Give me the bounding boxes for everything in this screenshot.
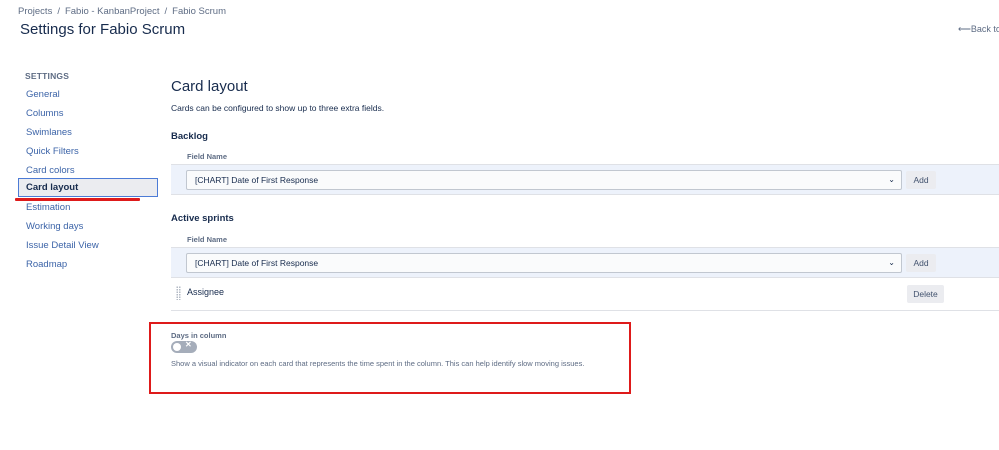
back-link[interactable]: ⟵Back to [958, 24, 999, 35]
backlog-field-select-value: [CHART] Date of First Response [195, 175, 319, 185]
sidebar-item-columns[interactable]: Columns [18, 104, 158, 123]
breadcrumb-projects[interactable]: Projects [18, 6, 52, 17]
breadcrumb: Projects / Fabio - KanbanProject / Fabio Scr… [18, 6, 226, 17]
breadcrumb-kanban-project[interactable]: Fabio - KanbanProject [65, 6, 160, 17]
close-icon: ✕ [185, 340, 192, 349]
breadcrumb-separator: / [57, 6, 60, 17]
field-name-assignee: Assignee [187, 287, 225, 297]
section-title: Card layout [171, 78, 248, 95]
active-sprints-field-select-value: [CHART] Date of First Response [195, 258, 319, 268]
sidebar-item-card-layout[interactable]: Card layout [18, 178, 158, 197]
breadcrumb-separator: / [164, 6, 168, 17]
sidebar-item-roadmap[interactable]: Roadmap [18, 255, 158, 274]
drag-handle-icon[interactable] [176, 286, 181, 300]
page-title: Settings for Fabio Scrum [20, 21, 186, 38]
days-in-column-toggle[interactable]: ✕ [171, 340, 197, 353]
section-description: Cards can be configured to show up to th… [171, 103, 385, 113]
active-sprints-add-field-row: [CHART] Date of First Response ⌄ Add [171, 247, 999, 278]
back-link-label: Back to [970, 24, 999, 34]
active-sprints-title: Active sprints [171, 213, 234, 224]
breadcrumb-fabio-scrum[interactable]: Fabio Scrum [172, 6, 226, 17]
active-sprints-field-row: Assignee Delete [171, 280, 999, 311]
sidebar-item-working-days[interactable]: Working days [18, 217, 158, 236]
chevron-down-icon: ⌄ [888, 175, 895, 184]
sidebar-item-issue-detail-view[interactable]: Issue Detail View [18, 236, 158, 255]
active-sprints-add-button[interactable]: Add [906, 254, 936, 272]
backlog-add-field-row: [CHART] Date of First Response ⌄ Add [171, 164, 999, 195]
active-sprints-field-name-label: Field Name [187, 235, 228, 244]
sidebar-item-general[interactable]: General [18, 85, 158, 104]
sidebar-item-quick-filters[interactable]: Quick Filters [18, 142, 158, 161]
sidebar-item-swimlanes[interactable]: Swimlanes [18, 123, 158, 142]
backlog-add-button[interactable]: Add [906, 171, 936, 189]
sidebar-heading: SETTINGS [25, 71, 70, 81]
delete-field-button[interactable]: Delete [907, 285, 944, 303]
days-in-column-label: Days in column [171, 331, 227, 340]
days-in-column-description: Show a visual indicator on each card tha… [171, 359, 585, 368]
backlog-title: Backlog [171, 131, 208, 142]
backlog-field-name-label: Field Name [187, 152, 228, 161]
chevron-down-icon: ⌄ [888, 258, 895, 267]
active-sprints-field-select[interactable]: [CHART] Date of First Response ⌄ [186, 253, 902, 273]
sidebar-item-estimation[interactable]: Estimation [18, 198, 158, 217]
arrow-left-icon: ⟵ [958, 24, 971, 34]
toggle-knob [173, 343, 181, 351]
backlog-field-select[interactable]: [CHART] Date of First Response ⌄ [186, 170, 902, 190]
